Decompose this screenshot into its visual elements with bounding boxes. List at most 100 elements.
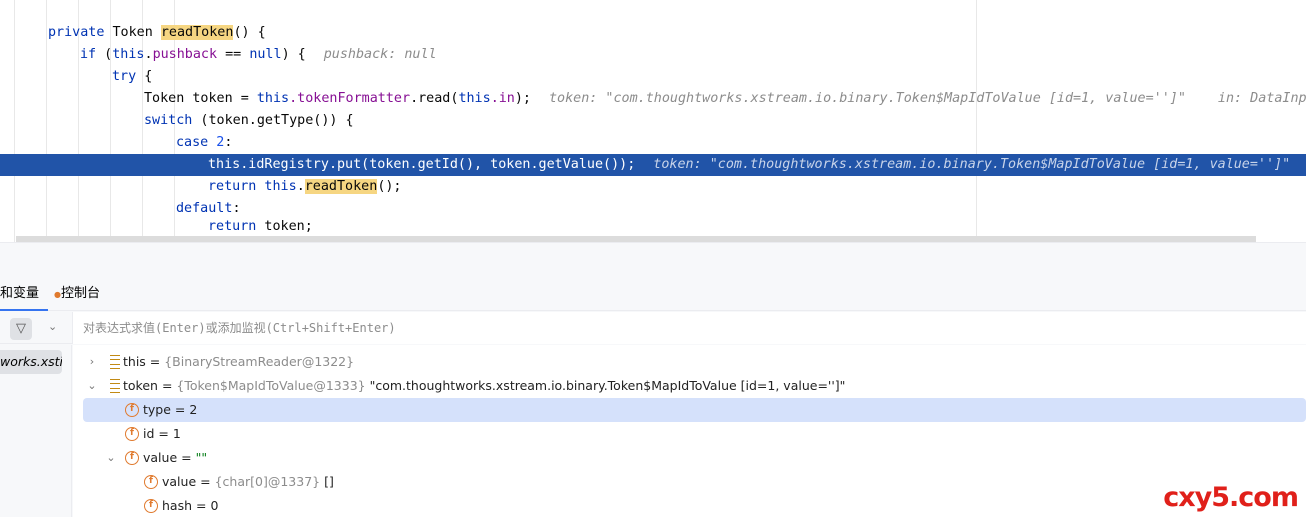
keyword: this	[458, 91, 491, 106]
var-value: 2	[189, 402, 198, 417]
local-var-icon	[110, 379, 120, 393]
field: .in	[490, 91, 515, 106]
field-icon: f	[125, 403, 139, 417]
chevron-down-icon[interactable]: ⌄	[48, 320, 57, 333]
keyword: return	[208, 219, 257, 234]
frame-item[interactable]: works.xsti	[0, 350, 62, 374]
var-eq: =	[192, 498, 211, 513]
var-value: 1	[172, 426, 181, 441]
code-text: Token token =	[144, 91, 257, 106]
keyword: this	[208, 157, 241, 172]
field: pushback	[152, 47, 218, 62]
var-value: []	[320, 474, 334, 489]
var-eq: =	[157, 378, 177, 393]
code-text: ) {	[281, 47, 306, 62]
field: .tokenFormatter	[289, 91, 411, 106]
code-text: Token	[104, 25, 161, 40]
var-name: token	[123, 378, 158, 393]
field-icon: f	[144, 475, 158, 489]
chevron-right-icon[interactable]: ›	[85, 350, 99, 374]
inline-value-hint: token: "com.thoughtworks.xstream.io.bina…	[653, 157, 1291, 172]
code-line: if (this.pushback == null) {pushback: nu…	[80, 47, 437, 62]
tab-label: 和变量	[0, 286, 40, 301]
code-text: ();	[377, 179, 402, 194]
frame-label: works.xsti	[0, 354, 62, 369]
code-line: case 2:	[0, 132, 1306, 154]
keyword: this	[256, 91, 290, 106]
frames-list: works.xsti	[0, 345, 72, 517]
tree-row-token[interactable]: ⌄ token = {Token$MapIdToValue@1333} "com.…	[83, 374, 1306, 398]
evaluate-expression-input[interactable]: 对表达式求值(Enter)或添加监视(Ctrl+Shift+Enter)	[72, 312, 1306, 344]
method-name: readToken	[160, 25, 234, 40]
input-placeholder: 对表达式求值(Enter)或添加监视(Ctrl+Shift+Enter)	[83, 321, 396, 335]
code-text: .read(	[410, 91, 459, 106]
code-text: () {	[233, 25, 266, 40]
var-name: type	[143, 402, 171, 417]
tree-row-value[interactable]: ⌄ f value = ""	[83, 446, 1306, 470]
var-eq: =	[177, 450, 196, 465]
var-type: {BinaryStreamReader@1322}	[164, 354, 355, 369]
var-eq: =	[154, 426, 173, 441]
var-value: ""	[195, 450, 208, 465]
method-name: readToken	[304, 179, 378, 194]
tab-label: 控制台	[60, 286, 100, 301]
inline-value-hint: token: "com.thoughtworks.xstream.io.bina…	[549, 91, 1186, 106]
var-name: hash	[162, 498, 193, 513]
code-line: try {	[0, 66, 1306, 88]
var-eq: =	[170, 402, 190, 417]
tab-variables[interactable]: 和变量	[0, 277, 48, 311]
console-icon: ●	[54, 290, 61, 299]
code-line: Token token = this.tokenFormatter.read(t…	[0, 88, 1306, 110]
field: .idRegistry	[240, 157, 329, 172]
watermark: cxy5.com	[1163, 482, 1299, 513]
code-text: );	[514, 91, 531, 106]
local-var-icon	[110, 355, 120, 369]
var-name: this	[123, 354, 146, 369]
keyword: return	[208, 179, 257, 194]
debug-tabs: 和变量 ●控制台	[0, 277, 1306, 311]
code-text: :	[224, 135, 233, 150]
code-text: .put(token.getId(), token.getValue());	[328, 157, 636, 172]
field-icon: f	[125, 427, 139, 441]
debug-panel: 和变量 ●控制台 ▽ ⌄ 对表达式求值(Enter)或添加监视(Ctrl+Shi…	[0, 242, 1306, 517]
tree-row-value-array[interactable]: f value = {char[0]@1337} []	[83, 470, 1306, 494]
code-line: return this.readToken();	[0, 176, 1306, 198]
keyword: case	[176, 135, 209, 150]
var-name: value	[143, 450, 178, 465]
tree-row-hash[interactable]: f hash = 0	[83, 494, 1306, 518]
var-eq: =	[196, 474, 215, 489]
chevron-down-icon[interactable]: ⌄	[104, 446, 118, 470]
var-type: {Token$MapIdToValue@1333}	[176, 378, 366, 393]
variables-tree: › this = {BinaryStreamReader@1322} ⌄ token…	[73, 345, 1306, 517]
filter-icon[interactable]: ▽	[10, 318, 32, 340]
field-icon: f	[125, 451, 139, 465]
tree-row-id[interactable]: f id = 1	[83, 422, 1306, 446]
tab-console[interactable]: ●控制台	[54, 277, 100, 311]
variables-toolbar: ▽ ⌄ 对表达式求值(Enter)或添加监视(Ctrl+Shift+Enter)	[0, 312, 1306, 344]
code-editor[interactable]: private Token readToken() { if (this.pus…	[0, 0, 1306, 242]
keyword: default	[176, 201, 233, 216]
chevron-down-icon[interactable]: ⌄	[85, 374, 99, 398]
code-line: private Token readToken() {	[0, 22, 1306, 44]
var-name: id	[143, 426, 155, 441]
var-eq: =	[145, 354, 165, 369]
tree-row-this[interactable]: › this = {BinaryStreamReader@1322}	[83, 350, 1306, 374]
keyword: private	[48, 25, 105, 40]
keyword: this	[256, 179, 297, 194]
keyword: null	[249, 47, 282, 62]
keyword: try	[112, 69, 137, 84]
code-text: ==	[217, 47, 250, 62]
inline-value-hint: in: DataInpu	[1217, 91, 1306, 106]
keyword: this	[112, 47, 145, 62]
var-value: 0	[210, 498, 219, 513]
code-line: return token;	[0, 216, 1306, 238]
keyword: switch	[144, 113, 193, 128]
code-text: (token.getType()) {	[192, 113, 354, 128]
code-text: {	[136, 69, 153, 84]
var-type: {char[0]@1337}	[214, 474, 321, 489]
code-text: :	[232, 201, 241, 216]
number: 2	[208, 135, 225, 150]
tree-row-type[interactable]: f type = 2	[83, 398, 1306, 422]
execution-line: this.idRegistry.put(token.getId(), token…	[0, 154, 1306, 176]
inline-value-hint: pushback: null	[323, 47, 437, 62]
